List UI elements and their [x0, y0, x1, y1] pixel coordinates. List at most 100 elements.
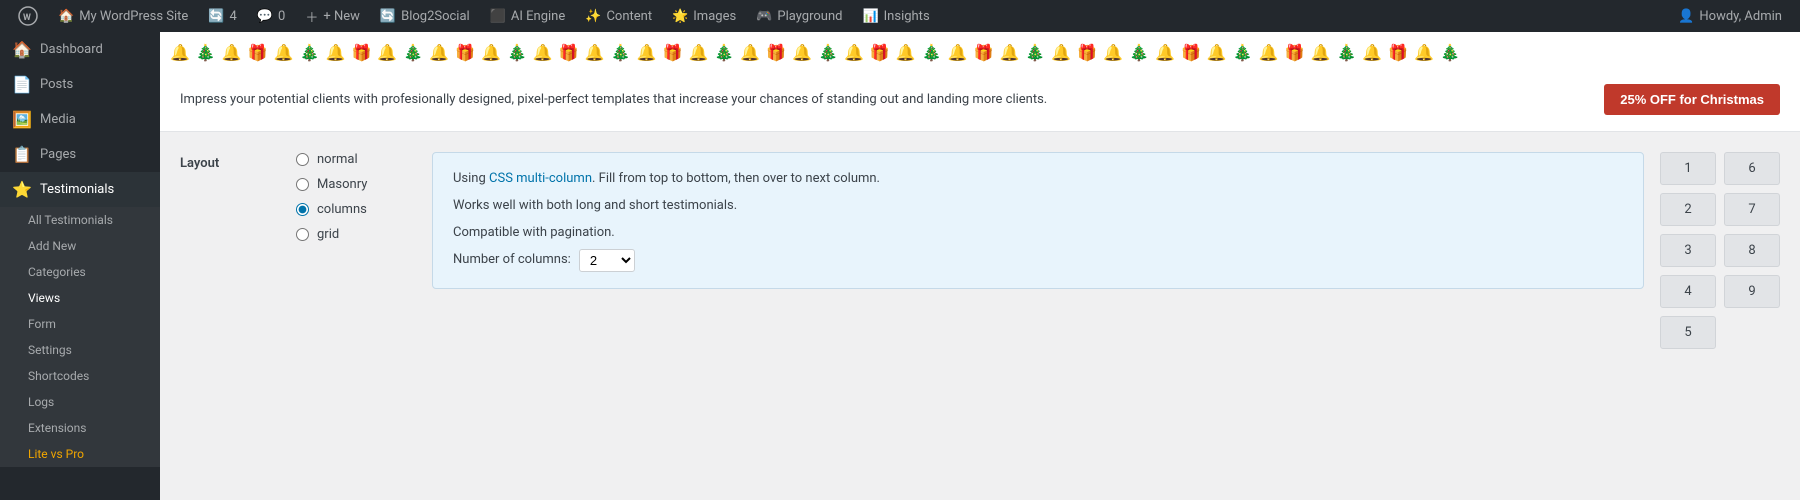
submenu-form[interactable]: Form: [0, 311, 160, 337]
submenu-logs[interactable]: Logs: [0, 389, 160, 415]
wp-logo[interactable]: W: [8, 0, 48, 32]
blog2social-button[interactable]: 🔄 Blog2Social: [370, 0, 480, 32]
submenu-all-testimonials[interactable]: All Testimonials: [0, 207, 160, 233]
col-num-7[interactable]: 7: [1724, 193, 1780, 226]
sidebar-item-media[interactable]: 🖼️ Media: [0, 102, 160, 137]
col-num-empty: [1724, 316, 1780, 349]
decoration-icon: 🎁: [663, 43, 683, 62]
ai-engine-button[interactable]: ⬛ AI Engine: [480, 0, 576, 32]
col-num-2[interactable]: 2: [1660, 193, 1716, 226]
col-num-5[interactable]: 5: [1660, 316, 1716, 349]
radio-columns[interactable]: columns: [296, 202, 416, 217]
layout-section: Layout normal Masonry columns: [160, 132, 1800, 369]
col-num-9[interactable]: 9: [1724, 275, 1780, 308]
decoration-icon: 🎄: [196, 43, 216, 62]
decoration-icon: 🔔: [377, 43, 397, 62]
adminbar-right: 👤 Howdy, Admin: [1668, 0, 1792, 32]
decoration-icon: 🎄: [1129, 43, 1149, 62]
decoration-icon: 🔔: [222, 43, 242, 62]
plus-icon: ＋: [305, 7, 318, 26]
testimonials-submenu: All Testimonials Add New Categories View…: [0, 207, 160, 467]
layout-section-title: Layout: [180, 156, 219, 171]
description-line2: Works well with both long and short test…: [453, 196, 1623, 217]
submenu-extensions[interactable]: Extensions: [0, 415, 160, 441]
sidebar-item-testimonials[interactable]: ⭐ Testimonials: [0, 172, 160, 207]
decoration-icon: 🔔: [740, 43, 760, 62]
decoration-icon: 🎁: [974, 43, 994, 62]
decoration-icon: 🔔: [326, 43, 346, 62]
content-button[interactable]: ✨ Content: [575, 0, 662, 32]
new-content-button[interactable]: ＋ + New: [295, 0, 370, 32]
images-button[interactable]: 🌟 Images: [662, 0, 746, 32]
sidebar-item-posts[interactable]: 📄 Posts: [0, 67, 160, 102]
submenu-categories[interactable]: Categories: [0, 259, 160, 285]
radio-normal-input[interactable]: [296, 153, 309, 166]
decoration-icon: 🔔: [481, 43, 501, 62]
decoration-icon: 🎄: [1336, 43, 1356, 62]
col-num-3[interactable]: 3: [1660, 234, 1716, 267]
playground-button[interactable]: 🎮 Playground: [746, 0, 852, 32]
user-menu[interactable]: 👤 Howdy, Admin: [1668, 0, 1792, 32]
sidebar-item-dashboard[interactable]: 🏠 Dashboard: [0, 32, 160, 67]
decoration-icon: 🎄: [403, 43, 423, 62]
decoration-icon: 🎄: [507, 43, 527, 62]
decoration-icon: 🎄: [714, 43, 734, 62]
updates-button[interactable]: 🔄 4: [198, 0, 247, 32]
radio-masonry[interactable]: Masonry: [296, 177, 416, 192]
site-name[interactable]: 🏠 My WordPress Site: [48, 0, 198, 32]
comments-button[interactable]: 💬 0: [247, 0, 296, 32]
layout-description: Using CSS multi-column. Fill from top to…: [432, 152, 1644, 289]
pages-icon: 📋: [12, 145, 32, 164]
radio-masonry-input[interactable]: [296, 178, 309, 191]
testimonials-icon: ⭐: [12, 180, 32, 199]
insights-button[interactable]: 📊 Insights: [852, 0, 939, 32]
christmas-banner: 🔔 🎄 🔔 🎁 🔔 🎄 🔔 🎁 🔔 🎄 🔔 🎁 🔔 🎄 🔔 🎁 🔔 🎄 🔔: [160, 32, 1800, 132]
blog2social-icon: 🔄: [380, 9, 396, 24]
col-num-4[interactable]: 4: [1660, 275, 1716, 308]
decoration-icon: 🔔: [844, 43, 864, 62]
insights-icon: 📊: [862, 9, 878, 24]
submenu-add-new[interactable]: Add New: [0, 233, 160, 259]
decoration-icon: 🎁: [1388, 43, 1408, 62]
columns-label: Number of columns:: [453, 250, 571, 271]
dashboard-icon: 🏠: [12, 40, 32, 59]
decoration-icon: 🎄: [818, 43, 838, 62]
wp-wrapper: 🏠 Dashboard 📄 Posts 🖼️ Media 📋 Pages ⭐ T…: [0, 32, 1800, 500]
sidebar-item-pages[interactable]: 📋 Pages: [0, 137, 160, 172]
submenu-shortcodes[interactable]: Shortcodes: [0, 363, 160, 389]
submenu-settings[interactable]: Settings: [0, 337, 160, 363]
decoration-icon: 🎄: [300, 43, 320, 62]
columns-select[interactable]: 1 2 3 4 5 6: [579, 249, 635, 272]
css-multicolumn-link[interactable]: CSS multi-column: [489, 171, 592, 186]
christmas-cta-button[interactable]: 25% OFF for Christmas: [1604, 84, 1780, 115]
radio-grid[interactable]: grid: [296, 227, 416, 242]
radio-grid-input[interactable]: [296, 228, 309, 241]
content-icon: ✨: [585, 9, 601, 24]
col-num-8[interactable]: 8: [1724, 234, 1780, 267]
decoration-icon: 🎁: [766, 43, 786, 62]
radio-columns-input[interactable]: [296, 203, 309, 216]
decoration-icon: 🔔: [170, 43, 190, 62]
decoration-icon: 🔔: [792, 43, 812, 62]
submenu-views[interactable]: Views: [0, 285, 160, 311]
decoration-icon: 🔔: [1207, 43, 1227, 62]
decoration-icon: 🎄: [611, 43, 631, 62]
decoration-icon: 🔔: [896, 43, 916, 62]
decoration-icon: 🎁: [1181, 43, 1201, 62]
decoration-icon: 🔔: [1414, 43, 1434, 62]
decoration-icon: 🔔: [637, 43, 657, 62]
decoration-icon: 🔔: [1259, 43, 1279, 62]
banner-content: Impress your potential clients with prof…: [160, 72, 1800, 131]
site-icon: 🏠: [58, 9, 74, 24]
decoration-icon: 🎁: [455, 43, 475, 62]
col-num-1[interactable]: 1: [1660, 152, 1716, 185]
decoration-icon: 🎁: [351, 43, 371, 62]
submenu-lite-vs-pro[interactable]: Lite vs Pro: [0, 441, 160, 467]
radio-normal[interactable]: normal: [296, 152, 416, 167]
description-line1: Using CSS multi-column. Fill from top to…: [453, 169, 1623, 190]
col-num-6[interactable]: 6: [1724, 152, 1780, 185]
columns-select-row: Number of columns: 1 2 3 4 5 6: [453, 249, 1623, 272]
comments-icon: 💬: [257, 9, 273, 24]
decoration-icon: 🎄: [1440, 43, 1460, 62]
decoration-icon: 🎁: [1077, 43, 1097, 62]
